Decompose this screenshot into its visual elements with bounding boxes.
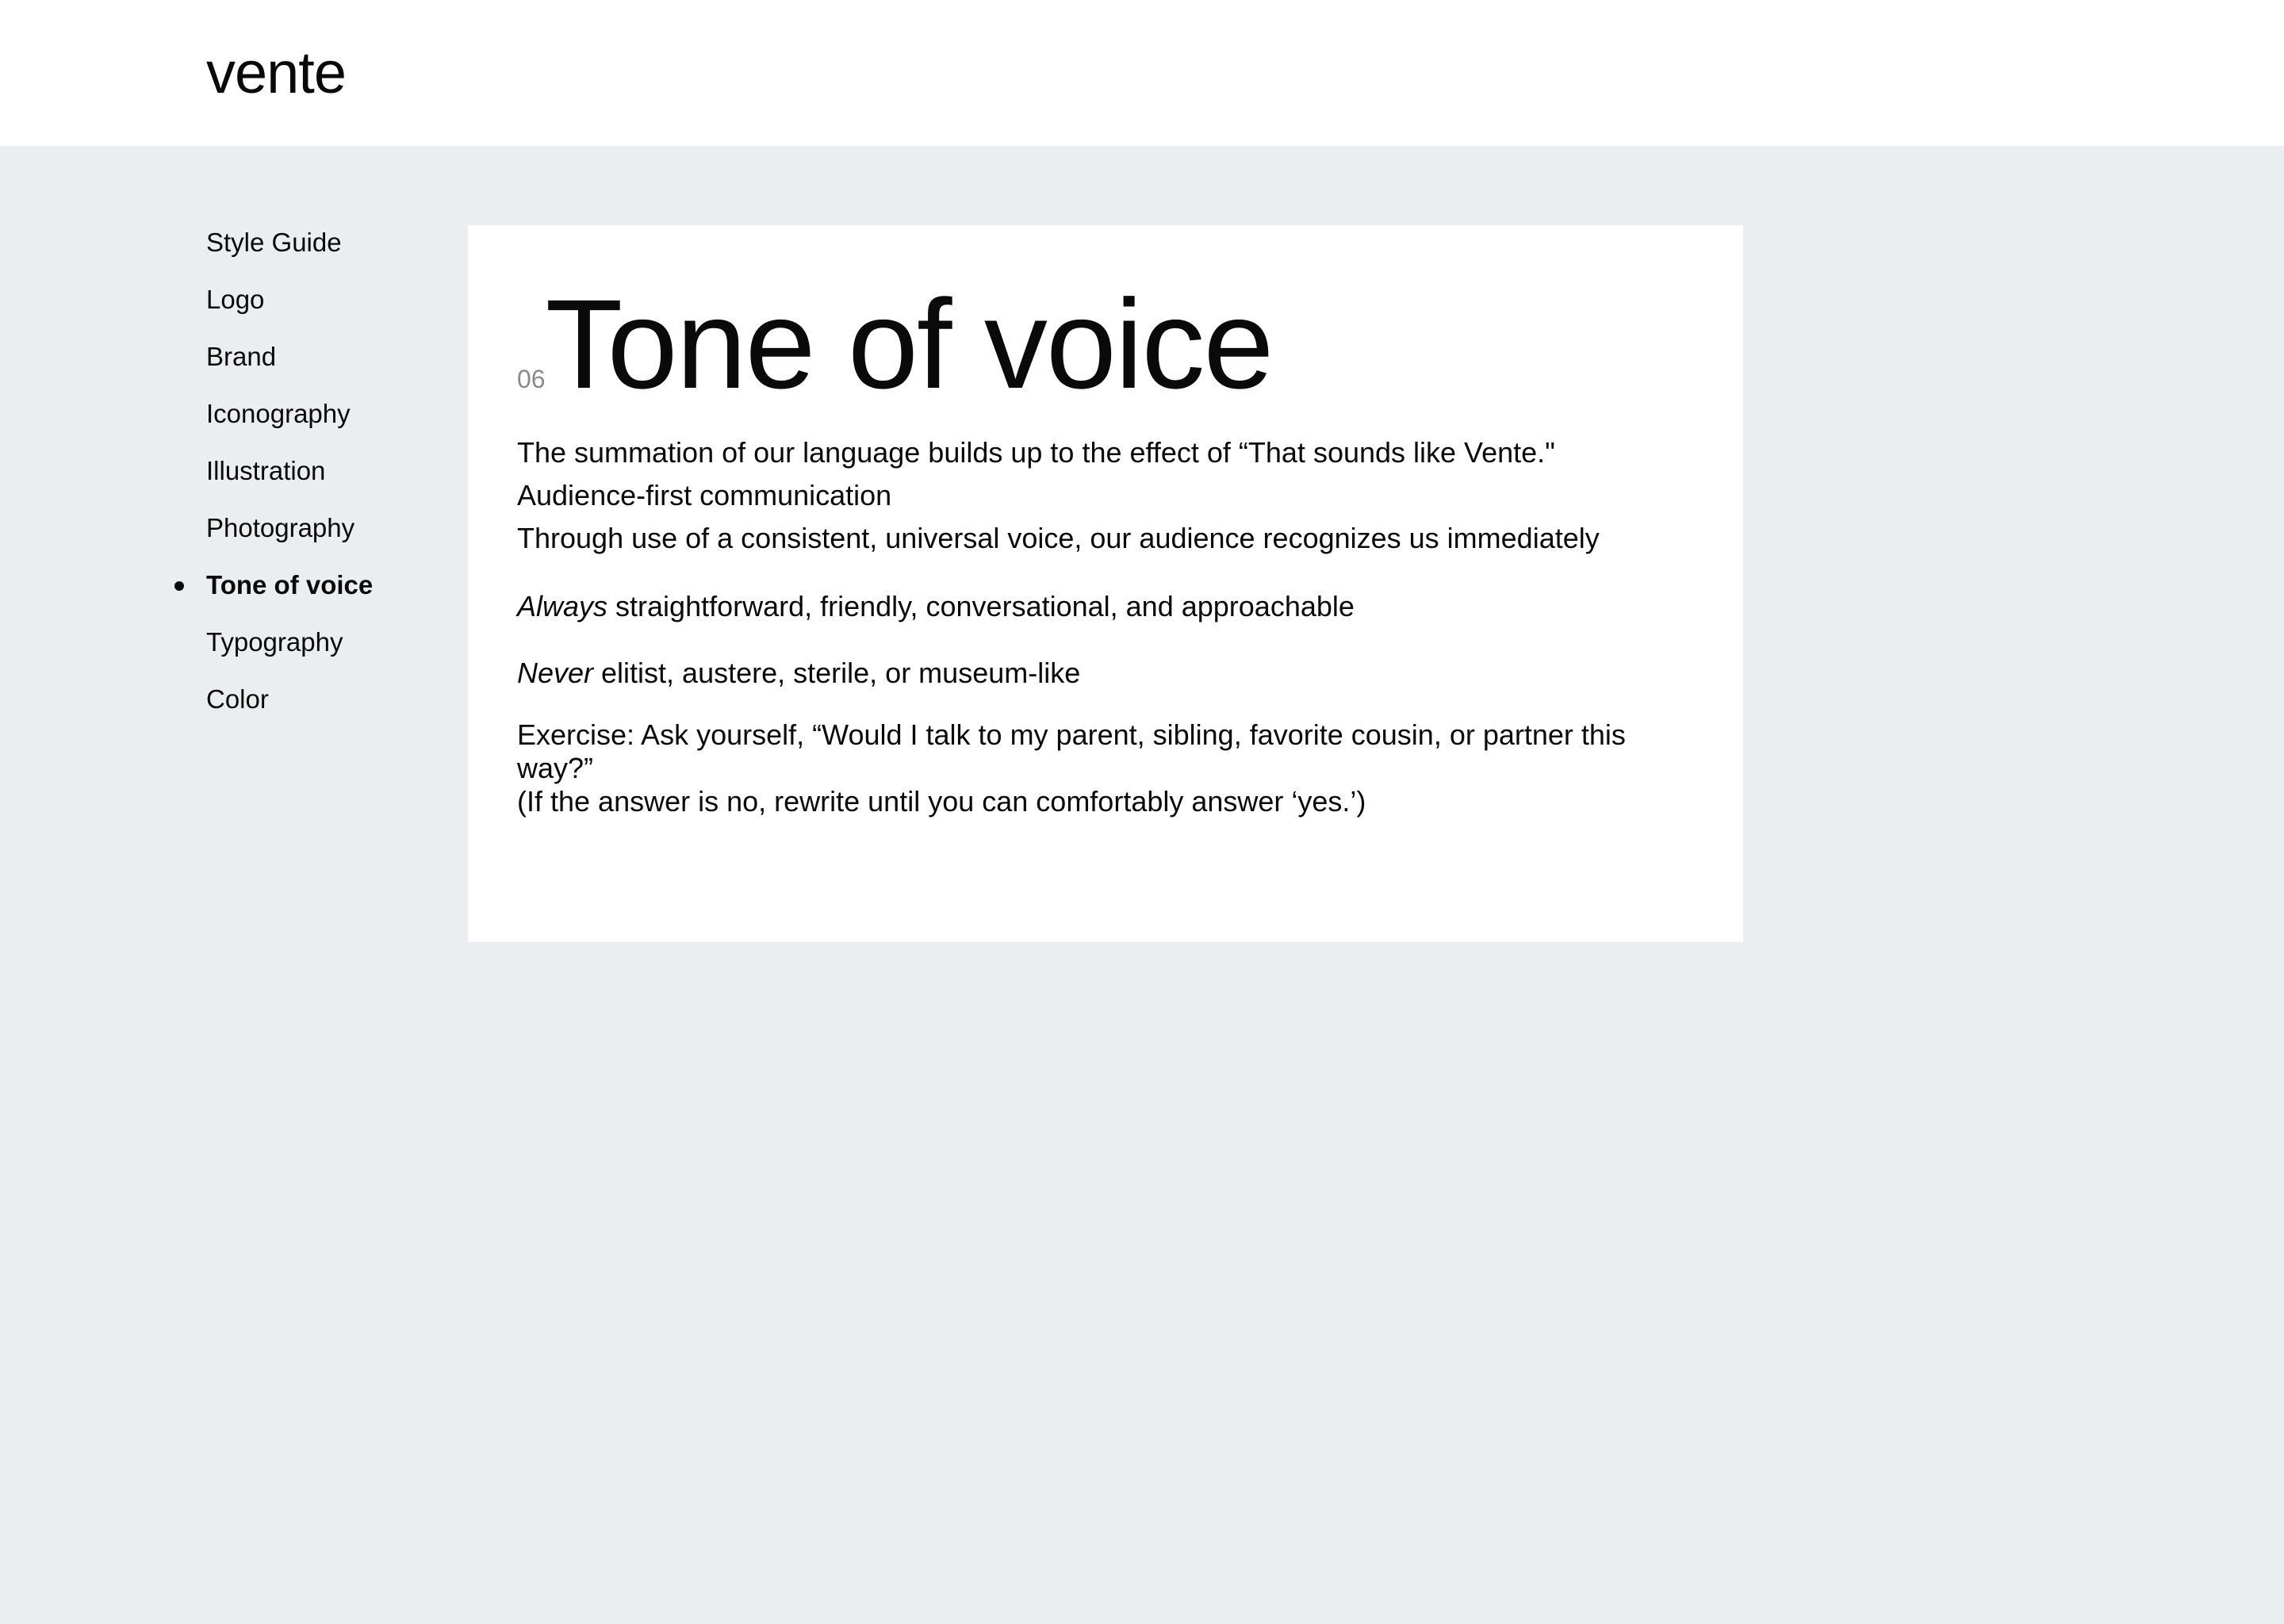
vente-logo[interactable]: vente	[206, 38, 347, 108]
sidebar-item-illustration[interactable]: Illustration	[206, 442, 444, 500]
sidebar-item-label: Brand	[206, 342, 277, 371]
sidebar-nav: Style Guide Logo Brand Iconography Illus…	[174, 214, 444, 728]
sidebar-item-label: Iconography	[206, 399, 351, 428]
sidebar-item-brand[interactable]: Brand	[206, 328, 444, 385]
sidebar-item-label: Illustration	[206, 456, 326, 485]
tone-description: The summation of our language builds up …	[517, 431, 1707, 818]
sidebar-item-photography[interactable]: Photography	[206, 500, 444, 557]
sidebar-item-label: Photography	[206, 513, 355, 542]
always-emphasis: Always	[517, 590, 608, 622]
sidebar-item-color[interactable]: Color	[206, 671, 444, 728]
section-number: 06	[517, 365, 546, 393]
sidebar-item-label: Tone of voice	[206, 570, 374, 599]
exercise-line: (If the answer is no, rewrite until you …	[517, 785, 1366, 818]
sidebar-item-tone-of-voice[interactable]: Tone of voice	[174, 557, 444, 614]
always-text: straightforward, friendly, conversationa…	[607, 590, 1355, 622]
sidebar-item-label: Color	[206, 684, 269, 714]
sidebar-item-label: Typography	[206, 627, 343, 657]
exercise-line: Exercise: Ask yourself, “Would I talk to…	[517, 718, 1626, 784]
sidebar-item-label: Logo	[206, 285, 265, 314]
sidebar-item-style-guide[interactable]: Style Guide	[206, 214, 444, 271]
top-header: vente	[0, 0, 2284, 146]
active-bullet-icon	[174, 581, 184, 591]
sidebar-item-label: Style Guide	[206, 228, 342, 257]
sidebar-item-iconography[interactable]: Iconography	[206, 385, 444, 442]
never-text: elitist, austere, sterile, or museum-lik…	[593, 657, 1081, 689]
intro-line: The summation of our language builds up …	[517, 436, 1555, 469]
intro-line: Audience-first communication	[517, 479, 892, 511]
sidebar-item-logo[interactable]: Logo	[206, 271, 444, 328]
sidebar-item-typography[interactable]: Typography	[206, 614, 444, 671]
always-statement: Always straightforward, friendly, conver…	[517, 585, 1707, 628]
title-row: 06Tone of voice	[517, 273, 1274, 416]
page-title: Tone of voice	[545, 273, 1274, 415]
never-statement: Never elitist, austere, sterile, or muse…	[517, 652, 1707, 695]
content-card: 06Tone of voice The summation of our lan…	[468, 225, 1743, 942]
never-emphasis: Never	[517, 657, 594, 689]
intro-line: Through use of a consistent, universal v…	[517, 522, 1600, 554]
